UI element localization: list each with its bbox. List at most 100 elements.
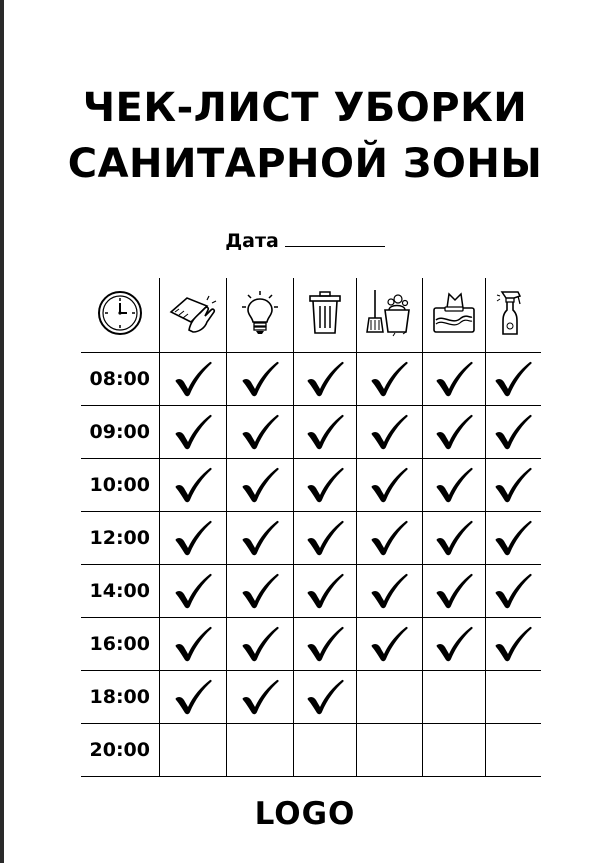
checkmark-icon [371,414,408,450]
check-cell[interactable] [421,617,485,671]
checkmark-icon [495,520,532,556]
page-title-line-1: ЧЕК-ЛИСТ УБОРКИ [82,85,528,131]
checkmark-icon [436,520,473,556]
check-cell[interactable] [484,405,541,459]
tissue-box-icon [432,292,475,333]
time-cell: 16:00 [81,617,159,671]
table-row: 16:00 [81,617,541,671]
check-cell[interactable] [484,617,541,671]
check-cell[interactable] [158,617,226,671]
checkmark-icon [307,626,344,662]
checkmark-icon [436,573,473,609]
check-cell[interactable] [484,352,541,406]
check-cell[interactable] [158,458,226,512]
check-cell[interactable] [158,564,226,618]
check-cell[interactable] [292,617,356,671]
check-cell[interactable] [484,723,541,777]
check-cell[interactable] [355,617,422,671]
checkmark-icon [175,520,212,556]
check-cell[interactable] [225,405,293,459]
check-cell[interactable] [292,670,356,724]
time-cell: 09:00 [81,405,159,459]
check-cell[interactable] [355,670,422,724]
check-cell[interactable] [225,670,293,724]
check-cell[interactable] [292,405,356,459]
checkmark-icon [175,626,212,662]
check-cell[interactable] [225,723,293,777]
header-cell-wipe [158,278,226,353]
date-blank-line[interactable] [284,228,385,247]
check-cell[interactable] [158,405,226,459]
checkmark-icon [175,679,212,715]
check-cell[interactable] [421,405,485,459]
checkmark-icon [242,679,279,715]
table-header-row [81,278,541,353]
check-cell[interactable] [292,564,356,618]
check-cell[interactable] [421,458,485,512]
checkmark-icon [495,361,532,397]
header-cell-light [225,278,293,353]
check-cell[interactable] [158,670,226,724]
table-row: 18:00 [81,670,541,724]
checkmark-icon [242,520,279,556]
check-cell[interactable] [355,511,422,565]
header-cell-mop [355,278,422,353]
check-cell[interactable] [484,670,541,724]
checkmark-icon [495,467,532,503]
check-cell[interactable] [421,352,485,406]
light-bulb-icon [241,291,278,334]
checkmark-icon [371,573,408,609]
check-cell[interactable] [225,458,293,512]
checkmark-icon [242,626,279,662]
time-cell: 20:00 [81,723,159,777]
checkmark-icon [307,361,344,397]
checkmark-icon [175,467,212,503]
check-cell[interactable] [158,511,226,565]
time-cell: 10:00 [81,458,159,512]
check-cell[interactable] [225,352,293,406]
header-cell-spray [484,278,541,353]
table-row: 20:00 [81,723,541,777]
check-cell[interactable] [292,458,356,512]
checkmark-icon [436,626,473,662]
table-row: 14:00 [81,564,541,618]
table-row: 10:00 [81,458,541,512]
checklist-table: 08:00 09:00 10:00 12:00 14:00 16:00 18:00 20:00 [81,278,541,777]
check-cell[interactable] [225,617,293,671]
check-cell[interactable] [421,670,485,724]
check-cell[interactable] [355,352,422,406]
check-cell[interactable] [355,458,422,512]
time-cell: 18:00 [81,670,159,724]
checkmark-icon [307,679,344,715]
table-row: 08:00 [81,352,541,406]
header-cell-trash [292,278,356,353]
check-cell[interactable] [292,723,356,777]
check-cell[interactable] [355,564,422,618]
check-cell[interactable] [355,405,422,459]
checkmark-icon [242,414,279,450]
trash-bin-icon [308,291,341,334]
check-cell[interactable] [484,458,541,512]
checkmark-icon [242,361,279,397]
check-cell[interactable] [225,564,293,618]
checkmark-icon [436,467,473,503]
check-cell[interactable] [421,511,485,565]
checkmark-icon [371,467,408,503]
checkmark-icon [307,467,344,503]
check-cell[interactable] [158,352,226,406]
check-cell[interactable] [225,511,293,565]
check-cell[interactable] [421,723,485,777]
check-cell[interactable] [292,511,356,565]
check-cell[interactable] [484,564,541,618]
check-cell[interactable] [484,511,541,565]
checkmark-icon [307,573,344,609]
checkmark-icon [175,573,212,609]
check-cell[interactable] [158,723,226,777]
spray-bottle-icon [496,291,522,335]
check-cell[interactable] [421,564,485,618]
header-cell-clock [81,278,159,353]
header-cell-tissue [421,278,485,353]
check-cell[interactable] [292,352,356,406]
check-cell[interactable] [355,723,422,777]
checkmark-icon [495,414,532,450]
